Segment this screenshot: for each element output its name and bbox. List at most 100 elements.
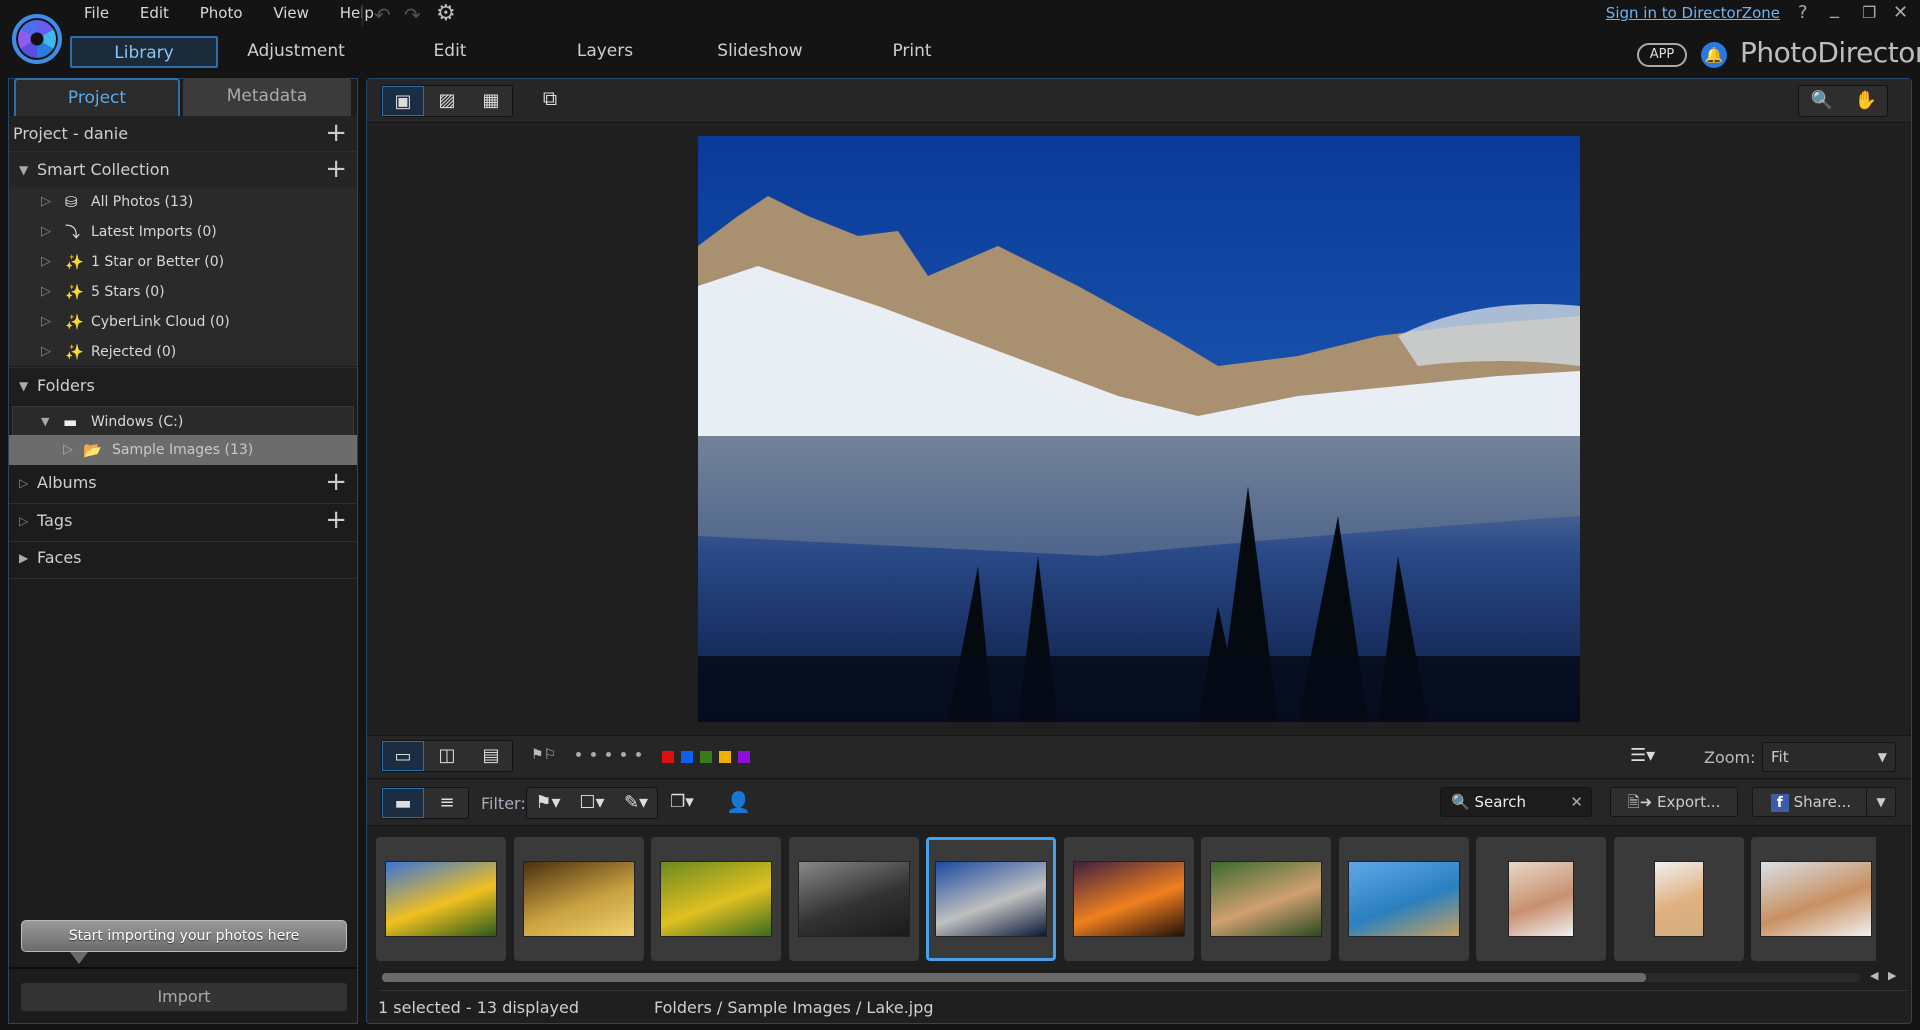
import-button[interactable]: Import bbox=[21, 983, 347, 1011]
scroll-left-icon[interactable]: ◀ bbox=[1870, 969, 1878, 982]
menu-help[interactable]: Help bbox=[340, 4, 374, 22]
pan-tool-button[interactable]: ✋ bbox=[1845, 86, 1887, 116]
menu-photo[interactable]: Photo bbox=[200, 4, 243, 22]
color-label-purple[interactable] bbox=[738, 751, 750, 763]
flag-filter-dropdown[interactable]: ⚑▾ bbox=[527, 788, 569, 818]
smart-item-5-stars[interactable]: ▷ ✨ 5 Stars (0) bbox=[9, 277, 357, 307]
panel-tab-metadata[interactable]: Metadata bbox=[183, 78, 351, 116]
edit-filter-dropdown[interactable]: ✎▾ bbox=[615, 788, 657, 818]
main-photo-lake[interactable] bbox=[698, 136, 1580, 722]
list-button[interactable]: ≡ bbox=[426, 788, 468, 818]
thumbnail-beach[interactable] bbox=[1338, 837, 1469, 961]
filmstrip-button[interactable]: ▬ bbox=[382, 788, 424, 818]
rating-filter-dropdown[interactable]: ☐▾ bbox=[571, 788, 613, 818]
tab-layers[interactable]: Layers bbox=[560, 36, 650, 68]
collapsed-triangle-icon: ▷ bbox=[19, 476, 29, 490]
flag-buttons[interactable]: ⚑⚐ bbox=[531, 747, 556, 763]
rating-dot[interactable] bbox=[636, 752, 641, 757]
tags-header[interactable]: ▷ Tags + bbox=[9, 503, 357, 539]
undo-icon[interactable]: ↶ bbox=[374, 3, 391, 27]
menu-edit[interactable]: Edit bbox=[140, 4, 169, 22]
folder-sample-images[interactable]: ▷ 📂 Sample Images (13) bbox=[9, 435, 357, 465]
second-display-button[interactable]: ⧉ bbox=[532, 86, 568, 114]
layout-group: ▭ ◫ ▤ bbox=[381, 740, 513, 772]
tool-group: 🔍 ✋ bbox=[1798, 85, 1888, 117]
tab-slideshow[interactable]: Slideshow bbox=[710, 36, 810, 68]
thumbnail-sunflower[interactable] bbox=[376, 837, 506, 961]
close-button[interactable]: ✕ bbox=[1893, 2, 1908, 23]
sign-in-link[interactable]: Sign in to DirectorZone bbox=[1606, 4, 1780, 22]
smart-item-cyberlink-cloud[interactable]: ▷ ✨ CyberLink Cloud (0) bbox=[9, 307, 357, 337]
tab-library[interactable]: Library bbox=[70, 36, 218, 68]
rating-dot[interactable] bbox=[621, 752, 626, 757]
add-person-button[interactable]: 👤 bbox=[726, 790, 751, 814]
folder-icon: 📂 bbox=[83, 441, 102, 459]
tab-adjustment[interactable]: Adjustment bbox=[236, 36, 356, 68]
redo-icon[interactable]: ↷ bbox=[404, 3, 421, 27]
clear-search-icon[interactable]: ✕ bbox=[1570, 788, 1583, 816]
add-tag-button[interactable]: + bbox=[325, 503, 347, 537]
compare-view-button[interactable]: ◫ bbox=[426, 741, 468, 771]
thumbnail-spiral-staircase[interactable] bbox=[513, 837, 644, 961]
rating-dot[interactable] bbox=[606, 752, 611, 757]
stack-dropdown[interactable]: ❐▾ bbox=[670, 792, 694, 812]
rating-dot[interactable] bbox=[576, 752, 581, 757]
search-input[interactable]: Search bbox=[1474, 793, 1526, 811]
smart-item-all-photos[interactable]: ▷ ⛁ All Photos (13) bbox=[9, 187, 357, 217]
thumbnail-boat-bw[interactable] bbox=[788, 837, 919, 961]
viewer-view-button[interactable]: ▨ bbox=[426, 86, 468, 116]
thumbnail-woman-portrait-3[interactable] bbox=[1751, 837, 1876, 961]
minimize-button[interactable]: _ bbox=[1830, 0, 1839, 19]
smart-collection-header[interactable]: ▼ Smart Collection + bbox=[9, 152, 357, 188]
filter-group: ⚑▾ ☐▾ ✎▾ bbox=[526, 787, 658, 819]
notification-bell-icon[interactable]: 🔔 bbox=[1701, 42, 1727, 68]
rating-dots[interactable] bbox=[576, 752, 646, 762]
sort-button[interactable]: ☰▾ bbox=[1630, 745, 1655, 766]
thumbnail-bicycle-field[interactable] bbox=[651, 837, 781, 961]
scroll-right-icon[interactable]: ▶ bbox=[1888, 969, 1896, 982]
grid-view-button[interactable]: ▦ bbox=[470, 86, 512, 116]
single-view-button[interactable]: ▭ bbox=[382, 741, 424, 771]
smart-item-latest-imports[interactable]: ▷ ⤵ Latest Imports (0) bbox=[9, 217, 357, 247]
thumbnail-woman-portrait-1[interactable] bbox=[1476, 837, 1606, 961]
add-project-button[interactable]: + bbox=[325, 116, 347, 150]
color-label-red[interactable] bbox=[662, 751, 674, 763]
folders-header[interactable]: ▼ Folders bbox=[9, 368, 357, 404]
search-box[interactable]: 🔍 Search ✕ bbox=[1440, 787, 1592, 817]
menu-view[interactable]: View bbox=[273, 4, 309, 22]
restore-button[interactable]: ❐ bbox=[1862, 3, 1876, 22]
faces-header[interactable]: ▶ Faces bbox=[9, 540, 357, 576]
color-label-green[interactable] bbox=[700, 751, 712, 763]
thumbnail-sunset[interactable] bbox=[1063, 837, 1194, 961]
albums-header[interactable]: ▷ Albums + bbox=[9, 465, 357, 501]
export-button[interactable]: 🗎➜ Export... bbox=[1610, 787, 1738, 817]
help-button[interactable]: ? bbox=[1798, 2, 1808, 23]
smart-item-rejected[interactable]: ▷ ✨ Rejected (0) bbox=[9, 337, 357, 367]
compare-view-icon: ◫ bbox=[438, 745, 456, 766]
app-badge[interactable]: APP bbox=[1637, 43, 1687, 67]
tab-print[interactable]: Print bbox=[870, 36, 954, 68]
zoom-value: Fit bbox=[1771, 748, 1789, 766]
thumbnail-lake[interactable] bbox=[926, 837, 1056, 961]
gear-icon[interactable]: ⚙ bbox=[436, 1, 456, 26]
zoom-dropdown[interactable]: Fit ▼ bbox=[1762, 742, 1896, 772]
smart-item-1-star[interactable]: ▷ ✨ 1 Star or Better (0) bbox=[9, 247, 357, 277]
menu-file[interactable]: File bbox=[84, 4, 109, 22]
multi-view-button[interactable]: ▤ bbox=[470, 741, 512, 771]
thumbnail-image bbox=[660, 861, 772, 937]
thumbnail-woman-portrait-2[interactable] bbox=[1613, 837, 1744, 961]
add-smart-collection-button[interactable]: + bbox=[325, 152, 347, 186]
share-button[interactable]: f Share... bbox=[1752, 787, 1870, 817]
browser-view-button[interactable]: ▣ bbox=[382, 86, 424, 116]
scrollbar-thumb[interactable] bbox=[382, 973, 1646, 982]
thumbnail-cat[interactable] bbox=[1201, 837, 1331, 961]
folder-drive-windows[interactable]: ▼ ▬ Windows (C:) bbox=[12, 406, 354, 436]
share-dropdown[interactable]: ▼ bbox=[1866, 787, 1896, 817]
color-label-blue[interactable] bbox=[681, 751, 693, 763]
panel-tab-project[interactable]: Project bbox=[14, 78, 180, 116]
add-album-button[interactable]: + bbox=[325, 465, 347, 499]
tab-edit[interactable]: Edit bbox=[410, 36, 490, 68]
color-label-yellow[interactable] bbox=[719, 751, 731, 763]
zoom-tool-button[interactable]: 🔍 bbox=[1801, 86, 1843, 116]
rating-dot[interactable] bbox=[591, 752, 596, 757]
